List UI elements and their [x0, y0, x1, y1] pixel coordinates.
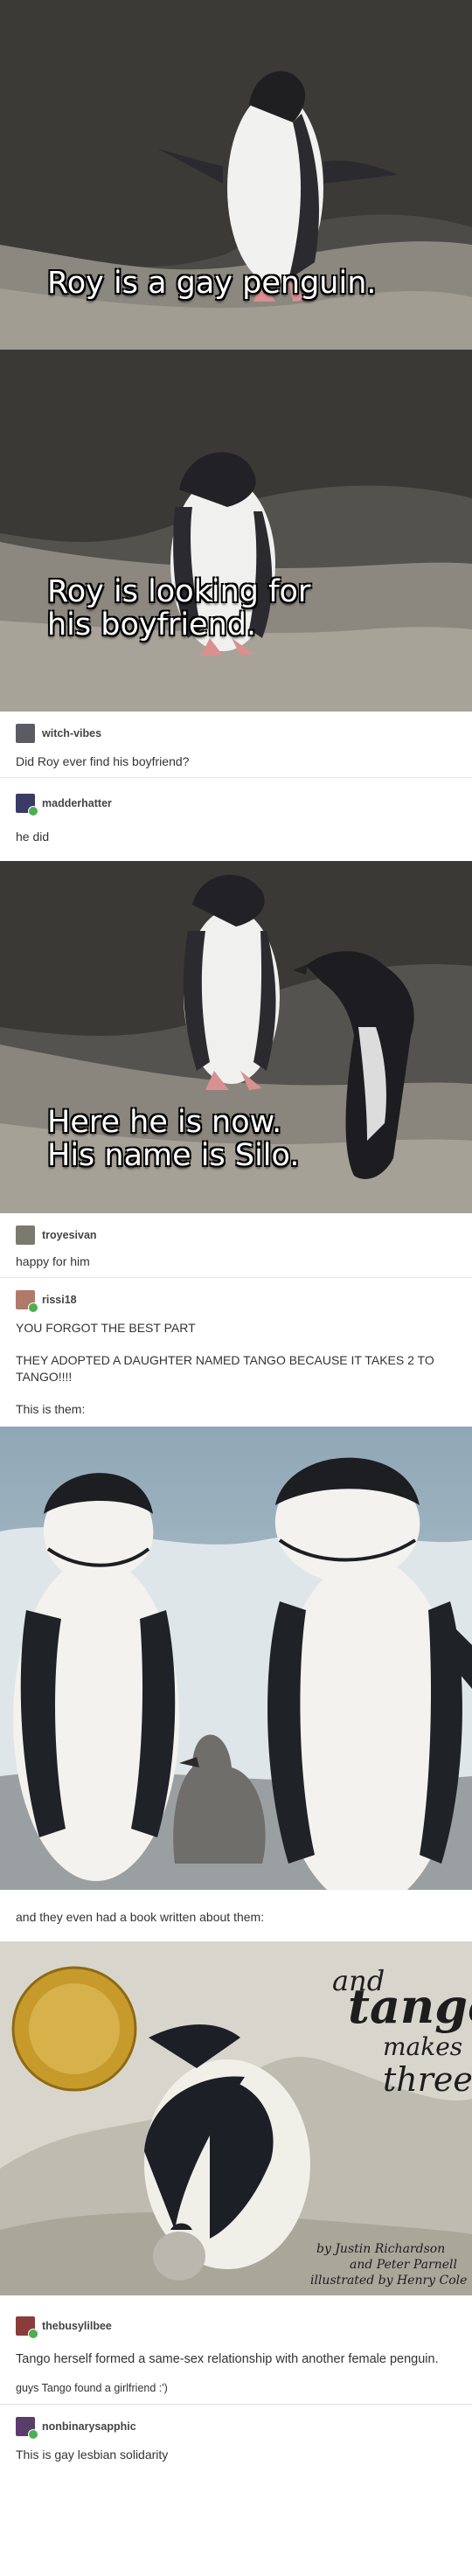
- book-credit-line3: illustrated by Henry Cole: [310, 2274, 468, 2288]
- book-cover-and-tango-makes-three: and tango makes three by Justin Richards…: [0, 1941, 472, 2295]
- tumblr-post-thread: Roy is a gay penguin. Roy is looking for…: [0, 0, 472, 2470]
- reblog-text: This is gay lesbian solidarity: [16, 2448, 169, 2461]
- penguin-photo-roy-silo: Here he is now. His name is Silo.: [0, 861, 472, 1213]
- username-link[interactable]: madderhatter: [42, 797, 112, 809]
- verified-badge-icon: [28, 2429, 38, 2440]
- avatar[interactable]: [16, 2417, 38, 2440]
- username-link[interactable]: nonbinarysapphic: [42, 2420, 136, 2433]
- reblog-witch-vibes: witch-vibes Did Roy ever find his boyfri…: [0, 712, 472, 777]
- reblog-text: and they even had a book written about t…: [16, 1910, 265, 1924]
- caption-roy-is-gay: Roy is a gay penguin.: [47, 266, 377, 301]
- reblog-text: This is them:: [16, 1402, 86, 1416]
- reblog-header: witch-vibes: [16, 720, 456, 746]
- avatar[interactable]: [16, 1290, 38, 1313]
- reblog-text: THEY ADOPTED A DAUGHTER NAMED TANGO BECA…: [16, 1353, 434, 1384]
- username-link[interactable]: rissi18: [42, 1294, 77, 1306]
- reblog-rissi18: rissi18 YOU FORGOT THE BEST PART THEY AD…: [0, 1278, 472, 1427]
- reblog-header: rissi18: [16, 1287, 456, 1313]
- reblog-text: YOU FORGOT THE BEST PART: [16, 1321, 196, 1335]
- reblog-nonbinarysapphic: nonbinarysapphic This is gay lesbian sol…: [0, 2405, 472, 2470]
- reblog-header: nonbinarysapphic: [16, 2413, 456, 2440]
- reblog-header: thebusylilbee: [16, 2313, 456, 2339]
- avatar[interactable]: [16, 724, 35, 743]
- reblog-text: guys Tango found a girlfriend :'): [16, 2382, 168, 2394]
- verified-badge-icon: [28, 2329, 38, 2339]
- penguin-family-photo: [0, 1427, 472, 1890]
- reblog-header: troyesivan: [16, 1222, 456, 1248]
- reblog-text: Did Roy ever find his boyfriend?: [16, 754, 190, 768]
- penguin-photo-roy-2: Roy is looking for his boyfriend.: [0, 350, 472, 712]
- username-link[interactable]: troyesivan: [42, 1229, 97, 1241]
- book-title-makes: makes: [383, 2032, 463, 2061]
- reblog-madderhatter: madderhatter he did: [0, 778, 472, 861]
- avatar[interactable]: [16, 2316, 38, 2339]
- reblog-header: madderhatter: [16, 790, 456, 816]
- reblog-text: happy for him: [16, 1254, 90, 1268]
- verified-badge-icon: [28, 1302, 38, 1313]
- username-link[interactable]: thebusylilbee: [42, 2320, 112, 2332]
- reblog-thebusylilbee: thebusylilbee Tango herself formed a sam…: [0, 2295, 472, 2404]
- reblog-rissi18-continued: and they even had a book written about t…: [0, 1890, 472, 1941]
- book-title-tango: tango: [348, 1978, 472, 2034]
- avatar[interactable]: [16, 1226, 35, 1245]
- caption-roy-looking: Roy is looking for his boyfriend.: [47, 574, 311, 642]
- reblog-troyesivan: troyesivan happy for him: [0, 1213, 472, 1277]
- book-credit-line1: by Justin Richardson: [316, 2242, 446, 2256]
- book-credit-line2: and Peter Parnell: [350, 2258, 457, 2272]
- username-link[interactable]: witch-vibes: [42, 727, 101, 739]
- caption-silo: Here he is now. His name is Silo.: [47, 1105, 300, 1173]
- penguin-photo-roy-1: Roy is a gay penguin.: [0, 0, 472, 350]
- reblog-text: he did: [16, 830, 50, 844]
- penguin-family-photo-art: [0, 1427, 472, 1890]
- penguin-photo-roy-2-art: [0, 350, 472, 712]
- reblog-text: Tango herself formed a same-sex relation…: [16, 2352, 439, 2366]
- avatar[interactable]: [16, 794, 38, 816]
- book-title-three: three: [383, 2060, 472, 2099]
- verified-badge-icon: [28, 806, 38, 816]
